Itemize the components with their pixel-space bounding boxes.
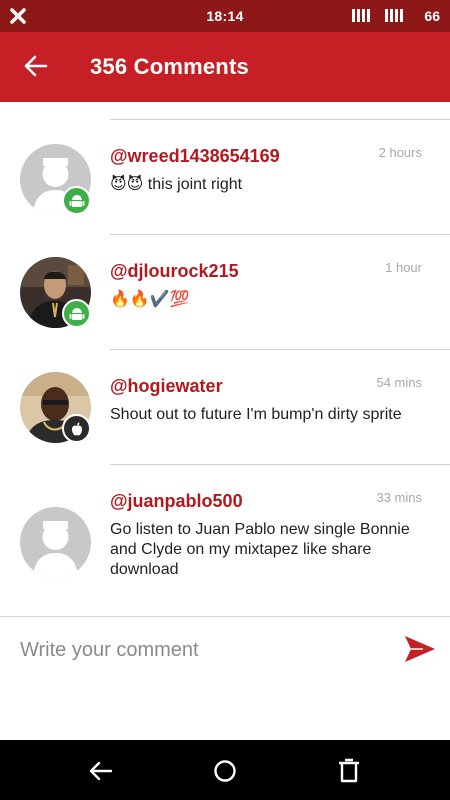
- comment-username[interactable]: @wreed1438654169: [110, 146, 280, 167]
- comment-text: 😈😈 this joint right: [110, 176, 243, 193]
- comment-username[interactable]: @juanpablo500: [110, 491, 243, 512]
- avatar[interactable]: [20, 507, 91, 578]
- nav-home-icon[interactable]: [208, 754, 242, 788]
- apple-icon: [71, 422, 82, 435]
- nav-recents-icon[interactable]: [332, 754, 366, 788]
- send-icon[interactable]: [403, 632, 437, 666]
- page-title: 356 Comments: [90, 54, 249, 79]
- system-navigation-bar: [0, 740, 450, 800]
- status-time: 18:14: [206, 8, 244, 24]
- signal-strength-icon: [352, 9, 370, 22]
- comment-text: Shout out to future I'm bump'n dirty spr…: [110, 406, 402, 423]
- android-badge: [62, 299, 91, 328]
- comment-item[interactable]: @wreed1438654169 2 hours 😈😈 this joint r…: [0, 120, 450, 235]
- comment-time: 2 hours: [378, 145, 422, 160]
- apple-badge: [62, 414, 91, 443]
- comment-item[interactable]: @djlourock215 1 hour 🔥🔥✔️💯: [0, 235, 450, 350]
- comment-time: 54 mins: [376, 375, 422, 390]
- arrow-left-icon[interactable]: [22, 53, 48, 79]
- comment-text: Go listen to Juan Pablo new single Bonni…: [110, 521, 410, 578]
- comment-time: 33 mins: [376, 490, 422, 505]
- comments-list[interactable]: @wreed1438654169 2 hours 😈😈 this joint r…: [0, 102, 450, 616]
- status-bar: 18:14 66: [0, 0, 450, 32]
- comment-time: 1 hour: [385, 260, 422, 275]
- comment-text: 🔥🔥✔️💯: [110, 291, 190, 308]
- android-icon: [69, 194, 84, 207]
- comment-username[interactable]: @hogiewater: [110, 376, 223, 397]
- nav-back-icon[interactable]: [83, 754, 117, 788]
- signal-strength-icon-2: [385, 9, 403, 22]
- android-badge: [62, 186, 91, 215]
- default-avatar-icon: [20, 507, 91, 578]
- comment-input[interactable]: [20, 635, 380, 665]
- comment-input-bar: [0, 616, 450, 740]
- comment-item[interactable]: @juanpablo500 33 mins Go listen to Juan …: [0, 465, 450, 616]
- battery-level: 66: [424, 8, 440, 24]
- android-icon: [69, 307, 84, 320]
- comment-item[interactable]: @hogiewater 54 mins Shout out to future …: [0, 350, 450, 465]
- comment-username[interactable]: @djlourock215: [110, 261, 239, 282]
- app-bar: 356 Comments: [0, 32, 450, 102]
